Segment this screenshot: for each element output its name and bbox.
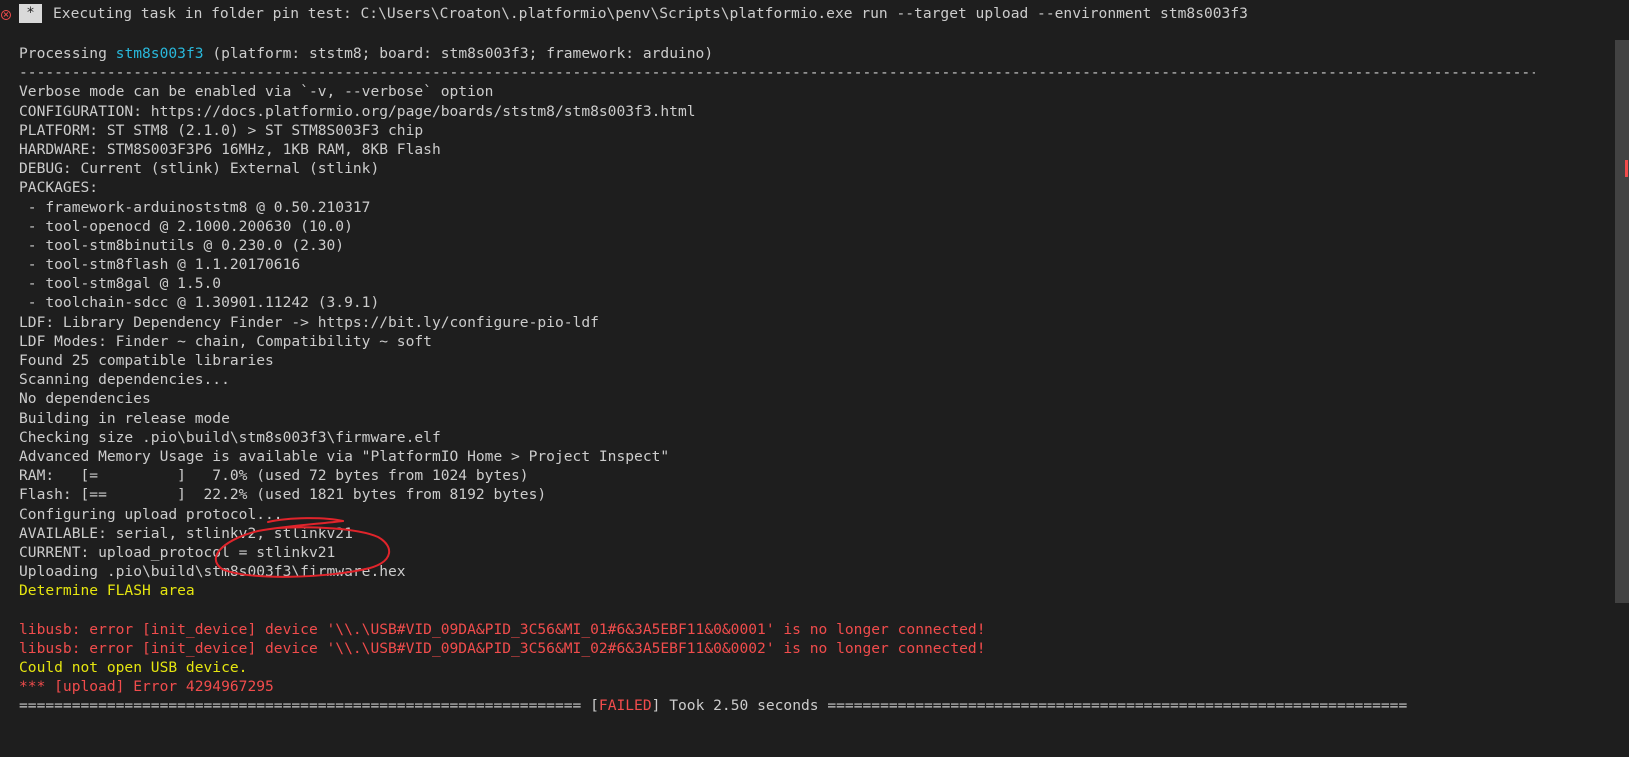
scrollbar-error-marker xyxy=(1625,160,1628,177)
output-line: - tool-stm8binutils @ 0.230.0 (2.30) xyxy=(19,236,345,254)
output-line: - tool-stm8gal @ 1.5.0 xyxy=(19,275,222,293)
output-line: - tool-stm8flash @ 1.1.20170616 xyxy=(19,256,301,274)
error-line: libusb: error [init_device] device '\\.\… xyxy=(19,620,986,638)
output-line: RAM: [= ] 7.0% (used 72 bytes from 1024 … xyxy=(19,467,529,485)
output-line: HARDWARE: STM8S003F3P6 16MHz, 1KB RAM, 8… xyxy=(19,140,441,158)
output-line: - tool-openocd @ 2.1000.200630 (10.0) xyxy=(19,217,353,235)
output-line: Uploading .pio\build\stm8s003f3\firmware… xyxy=(19,563,406,581)
output-line: PLATFORM: ST STM8 (2.1.0) > ST STM8S003F… xyxy=(19,121,424,139)
output-line: LDF: Library Dependency Finder -> https:… xyxy=(19,313,599,331)
output-line: - framework-arduinoststm8 @ 0.50.210317 xyxy=(19,198,371,216)
output-line: PACKAGES: xyxy=(19,179,99,197)
summary-line: ========================================… xyxy=(19,697,1408,715)
separator-line: ----------------------------------------… xyxy=(19,64,1535,82)
output-line: - toolchain-sdcc @ 1.30901.11242 (3.9.1) xyxy=(19,294,380,312)
error-circle-icon: × xyxy=(1,10,11,20)
scrollbar-thumb[interactable] xyxy=(1615,40,1629,603)
environment-name: stm8s003f3 xyxy=(115,45,204,62)
processing-line: Processing stm8s003f3 (platform: ststm8;… xyxy=(19,45,714,62)
output-line: DEBUG: Current (stlink) External (stlink… xyxy=(19,160,380,178)
failed-status: FAILED xyxy=(598,697,652,715)
output-line: Found 25 compatible libraries xyxy=(19,352,274,369)
task-header: × * Executing task in folder pin test: C… xyxy=(0,0,1612,32)
vertical-scrollbar[interactable] xyxy=(1612,0,1629,757)
output-line: AVAILABLE: serial, stlinkv2, stlinkv21 xyxy=(19,524,353,542)
output-line: Advanced Memory Usage is available via "… xyxy=(19,447,670,465)
output-line: Configuring upload protocol... xyxy=(19,505,283,523)
output-line: Building in release mode xyxy=(19,409,230,427)
upload-error-line: *** [upload] Error 4294967295 xyxy=(19,678,274,696)
error-line: libusb: error [init_device] device '\\.\… xyxy=(19,639,986,657)
task-command-text: Executing task in folder pin test: C:\Us… xyxy=(53,5,1248,22)
output-line: LDF Modes: Finder ~ chain, Compatibility… xyxy=(19,332,432,350)
terminal-output[interactable]: Processing stm8s003f3 (platform: ststm8;… xyxy=(19,44,1535,716)
output-line: Checking size .pio\build\stm8s003f3\firm… xyxy=(19,428,441,446)
output-line: Flash: [== ] 22.2% (used 1821 bytes from… xyxy=(19,486,547,504)
output-line: CONFIGURATION: https://docs.platformio.o… xyxy=(19,102,696,120)
determine-flash-line: Determine FLASH area xyxy=(19,582,195,600)
terminal-panel[interactable]: × * Executing task in folder pin test: C… xyxy=(0,0,1612,757)
task-badge: * xyxy=(19,4,42,23)
output-line: Scanning dependencies... xyxy=(19,371,230,389)
output-line: No dependencies xyxy=(19,390,151,408)
output-line: Verbose mode can be enabled via `-v, --v… xyxy=(19,83,494,101)
usb-open-error-line: Could not open USB device. xyxy=(19,659,248,676)
output-line: CURRENT: upload_protocol = stlinkv21 xyxy=(19,543,336,561)
